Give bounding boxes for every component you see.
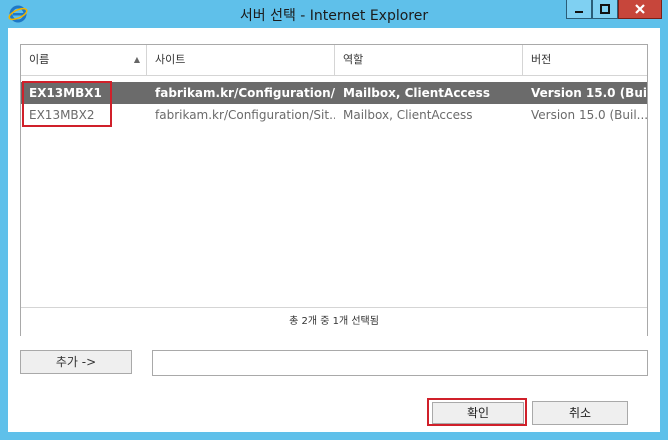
column-header-version[interactable]: 버전 [523, 45, 647, 75]
column-header-label: 역할 [343, 53, 364, 66]
close-icon [635, 4, 645, 14]
cell-site: fabrikam.kr/Configuration/Sit... [155, 108, 335, 122]
title-bar[interactable]: 서버 선택 - Internet Explorer [0, 0, 668, 28]
column-header-role[interactable]: 역할 [335, 45, 523, 75]
dialog-body: 이름 ▲ 사이트 역할 버전 EX13MBX1 fabrikam.kr/Conf… [8, 28, 660, 432]
dialog-window: 서버 선택 - Internet Explorer 이름 ▲ 사이트 역할 버전… [0, 0, 668, 440]
add-button[interactable]: 추가 -> [20, 350, 132, 374]
column-header-label: 이름 [29, 53, 50, 66]
maximize-button[interactable] [592, 0, 618, 19]
server-list-grid: 이름 ▲ 사이트 역할 버전 EX13MBX1 fabrikam.kr/Conf… [20, 44, 648, 336]
cell-version: Version 15.0 (Bui... [531, 86, 647, 100]
column-header-label: 버전 [531, 53, 552, 66]
cell-version: Version 15.0 (Buil... [531, 108, 647, 122]
cell-role: Mailbox, ClientAccess [343, 86, 490, 100]
cell-role: Mailbox, ClientAccess [343, 108, 473, 122]
cancel-button[interactable]: 취소 [532, 401, 628, 425]
close-button[interactable] [618, 0, 662, 19]
added-servers-field[interactable] [152, 350, 648, 376]
ok-button[interactable]: 확인 [432, 402, 524, 424]
sort-ascending-icon: ▲ [133, 55, 140, 64]
cell-site: fabrikam.kr/Configuration/S... [155, 86, 335, 100]
minimize-icon [575, 11, 583, 13]
column-header-label: 사이트 [155, 53, 186, 66]
highlight-box-server-names [22, 81, 112, 127]
selection-status: 총 2개 중 1개 선택됨 [21, 307, 647, 336]
table-row[interactable]: EX13MBX1 fabrikam.kr/Configuration/S... … [21, 82, 647, 104]
grid-header: 이름 ▲ 사이트 역할 버전 [21, 45, 647, 76]
column-header-name[interactable]: 이름 ▲ [21, 45, 147, 75]
window-controls [566, 0, 662, 20]
minimize-button[interactable] [566, 0, 592, 19]
maximize-icon [600, 4, 610, 14]
table-row[interactable]: EX13MBX2 fabrikam.kr/Configuration/Sit..… [21, 104, 647, 126]
column-header-site[interactable]: 사이트 [147, 45, 335, 75]
